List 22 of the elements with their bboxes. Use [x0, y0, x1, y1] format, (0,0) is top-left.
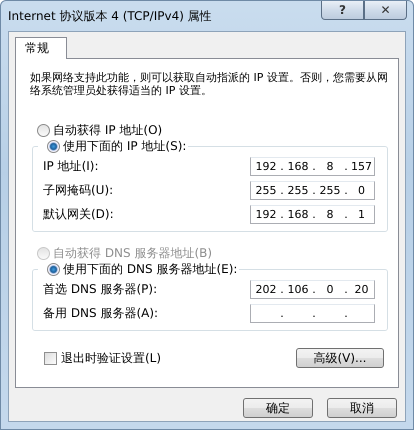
ok-button[interactable]: 确定 [243, 398, 313, 418]
field-label: 默认网关(D): [43, 206, 114, 222]
radio-button[interactable]: 使用下面的 DNS 服务器地址(E): [47, 260, 238, 278]
field-label: 首选 DNS 服务器(P): [43, 280, 158, 298]
radio-button[interactable]: 自动获得 IP 地址(O) [37, 121, 384, 139]
close-button[interactable]: ✕ [364, 1, 407, 20]
checkbox[interactable]: 退出时验证设置(L) [44, 350, 162, 366]
cancel-button[interactable]: 取消 [327, 398, 397, 418]
ip-address-field[interactable]: 192 . 168 . 8 . 157 [250, 156, 375, 176]
tab[interactable]: 常规 [15, 37, 67, 59]
ip-address-field[interactable]: . . . [250, 304, 375, 322]
field-label: 子网掩码(U): [43, 182, 114, 198]
ip-address-field[interactable]: 255 . 255 . 255 . 0 [250, 180, 375, 200]
field-label: 备用 DNS 服务器(A): [43, 304, 158, 322]
help-button[interactable]: ? [321, 1, 364, 20]
radio-button[interactable]: 使用下面的 IP 地址(S): [47, 137, 186, 155]
window-title: Internet 协议版本 4 (TCP/IPv4) 属性 [8, 8, 212, 25]
field-label: IP 地址(I): [43, 158, 99, 174]
description-text: 如果网络支持此功能，则可以获取自动指派的 IP 设置。否则，您需要从网络系统管理员处获得适当的 IP 设置。 [30, 71, 389, 97]
ip-address-field[interactable]: 202 . 106 . 0 . 20 [250, 280, 375, 298]
ip-address-field[interactable]: 192 . 168 . 8 . 1 [250, 204, 375, 224]
advanced-button[interactable]: 高级(V)... [296, 348, 384, 368]
